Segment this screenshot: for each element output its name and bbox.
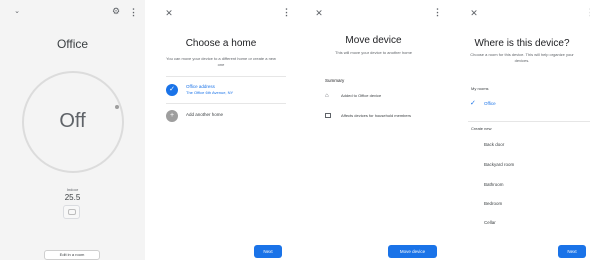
page-title: Choose a home [185,38,257,49]
add-home-option[interactable]: + Add another home [166,106,286,126]
indoor-label: Indoor [66,187,79,192]
summary-text: Added to Office device [341,93,382,98]
close-icon[interactable]: ✕ [164,8,174,18]
page-subtitle: You can move your device to a different … [166,56,276,67]
next-button[interactable]: Next [254,245,282,258]
more-vert-icon[interactable]: ⋮ [129,7,138,17]
room-option-selected[interactable]: Office [484,101,574,107]
home-option-selected[interactable]: ✓ Office address The Office 6th Avenue, … [166,80,286,100]
home-name: Office address [186,84,215,89]
summary-text: Affects devices for household members [341,113,411,118]
devices-icon [325,113,331,118]
add-home-label: Add another home [186,112,224,117]
move-device-screen: ✕ ⋮ Move device This will move your devi… [300,0,447,260]
gear-icon[interactable]: ⚙ [111,6,121,16]
indoor-temperature: 25.5 [64,193,81,202]
divider [468,121,590,122]
add-icon: + [166,110,178,122]
choose-home-screen: ✕ ⋮ Choose a home You can move your devi… [150,0,292,260]
create-new-label: Create new [471,126,492,131]
home-icon: ⌂ [325,93,329,99]
device-control-screen: ⌄ ⚙ ⋮ Office Off Indoor 25.5 Edit in a r… [0,0,145,260]
more-vert-icon[interactable]: ⋮ [586,7,590,17]
edit-room-button[interactable]: Edit in a room [44,250,100,260]
room-option[interactable]: Cellar [484,220,574,226]
close-icon[interactable]: ✕ [469,8,479,18]
check-icon: ✓ [470,100,476,107]
room-option[interactable]: Back door [484,142,574,148]
chevron-down-icon[interactable]: ⌄ [12,7,22,17]
divider [166,103,286,104]
page-subtitle: Choose a room for this device. This will… [470,52,574,63]
device-title: Office [56,37,89,51]
page-title: Move device [345,35,402,46]
home-address: The Office 6th Avenue, NY [186,90,234,95]
page-subtitle: This will move your device to another ho… [335,50,412,55]
next-button[interactable]: Next [558,245,586,258]
my-rooms-label: My rooms [471,86,489,91]
room-option[interactable]: Bathroom [484,182,574,188]
room-option[interactable]: Bedroom [484,201,574,207]
choose-room-screen: ✕ ⋮ Where is this device? Choose a room … [454,0,590,260]
dial-handle[interactable] [115,105,119,109]
device-state: Off [59,110,86,132]
mode-icon [68,209,76,215]
more-vert-icon[interactable]: ⋮ [282,7,291,17]
page-title: Where is this device? [474,38,570,49]
mode-button[interactable] [63,205,80,219]
summary-heading: Summary [325,78,345,83]
check-icon: ✓ [166,84,178,96]
divider [166,76,286,77]
more-vert-icon[interactable]: ⋮ [433,7,442,17]
move-device-button[interactable]: Move device [388,245,437,258]
close-icon[interactable]: ✕ [314,8,324,18]
room-option[interactable]: Backyard room [484,162,574,168]
